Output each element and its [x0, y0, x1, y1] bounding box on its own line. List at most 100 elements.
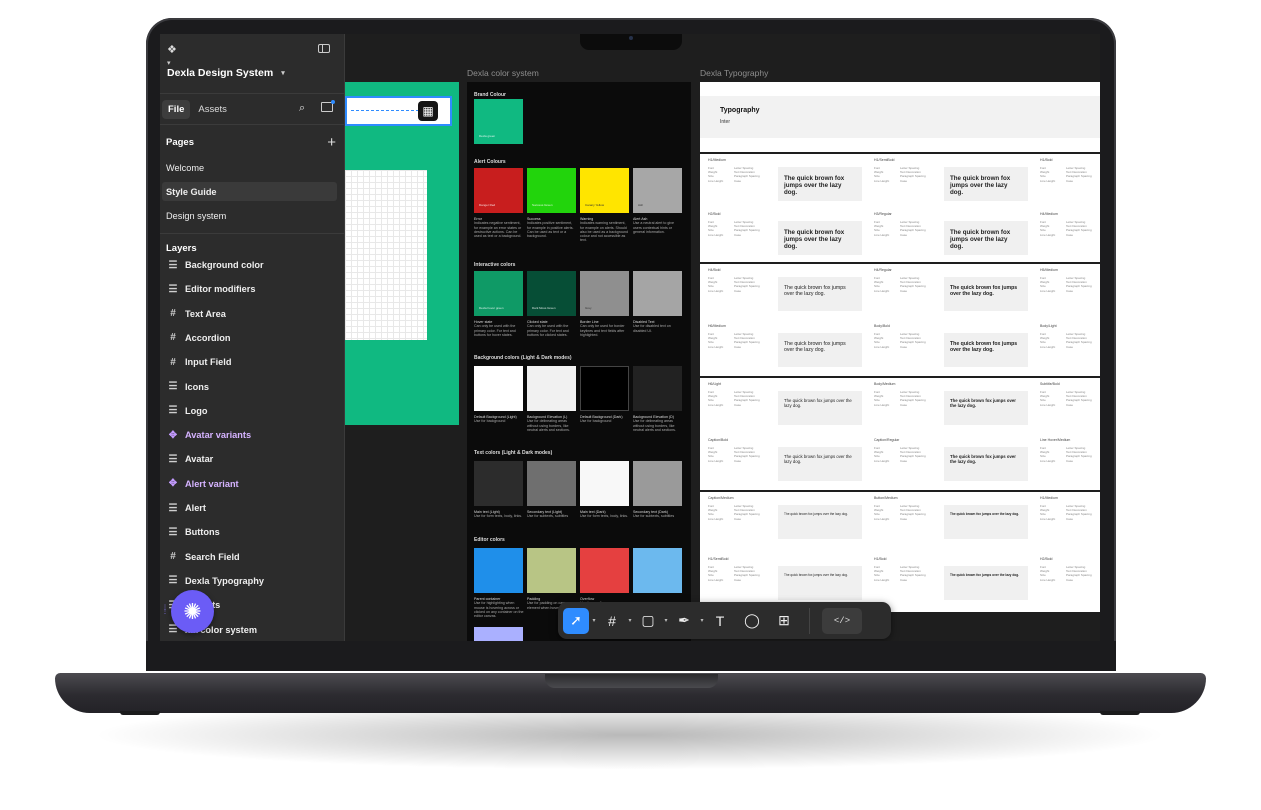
figma-logo-icon[interactable]: ❖ ▾ — [167, 43, 179, 67]
pen-tool-button[interactable]: ✒ — [671, 608, 697, 634]
swatch-caption: Alert Ash Use a neutral alert to give use… — [633, 217, 683, 234]
color-swatch[interactable] — [474, 461, 523, 506]
chevron-down-icon[interactable]: ▾ — [697, 608, 707, 634]
dev-mode-toggle[interactable]: </> — [822, 607, 862, 634]
layer-item[interactable]: ☰ Alert — [166, 497, 341, 519]
typography-frame-label[interactable]: Dexla Typography — [700, 68, 768, 78]
layer-item[interactable]: ✥ Alert variant — [166, 473, 341, 495]
add-page-icon[interactable]: + — [327, 134, 336, 151]
comment-tool-button[interactable]: ◯ — [739, 608, 765, 634]
type-specimen[interactable]: The quick brown fox jumps over the lazy … — [944, 447, 1028, 481]
type-specimen[interactable]: The quick brown fox jumps over the lazy … — [778, 566, 862, 600]
layer-item[interactable]: ☰ Avatar — [166, 448, 341, 470]
color-swatch[interactable] — [633, 548, 682, 593]
move-tool-button[interactable]: ➚ — [563, 607, 589, 634]
type-specimen[interactable]: The quick brown fox jumps over the lazy … — [944, 277, 1028, 311]
type-specimen[interactable]: The quick brown fox jumps over the lazy … — [944, 221, 1028, 255]
type-specimen[interactable]: The quick brown fox jumps over the lazy … — [778, 221, 862, 255]
brand-swatch[interactable]: Dexla green — [474, 99, 523, 144]
color-swatch[interactable] — [527, 548, 576, 593]
plugin-fab-button[interactable]: ✺ — [171, 590, 214, 633]
layer-item[interactable]: ☰ Editor modifiers — [166, 278, 341, 300]
color-swatch[interactable]: Canary Yellow — [580, 168, 629, 213]
tab-file[interactable]: File — [162, 100, 191, 119]
chevron-down-icon[interactable]: ▾ — [661, 608, 671, 634]
color-swatch[interactable] — [580, 461, 629, 506]
table-icon[interactable]: ▦ — [418, 101, 438, 121]
type-style-name: H2/Bold — [708, 212, 721, 216]
layer-item[interactable]: ✥ Avatar variants — [166, 424, 341, 446]
type-specimen[interactable]: The quick brown fox jumps over the lazy … — [944, 566, 1028, 600]
chevron-down-icon[interactable]: ▾ — [167, 60, 171, 67]
shape-tool-button[interactable]: ▢ — [635, 608, 661, 634]
layer-item-label: Avatar variants — [185, 430, 252, 441]
sidebar-toggle-icon[interactable] — [318, 44, 330, 53]
swatch-caption: Warning Indicates warning sentiment, for … — [580, 217, 630, 243]
type-specimen[interactable]: The quick brown fox jumps over the lazy … — [778, 333, 862, 367]
swatch-caption-text: Indicates positive sentiment, for exampl… — [527, 221, 574, 239]
color-swatch[interactable] — [527, 461, 576, 506]
type-specimen[interactable]: The quick brown fox jumps over the lazy … — [778, 277, 862, 311]
color-swatch[interactable]: Dark Moss Green — [527, 271, 576, 316]
color-swatch[interactable]: Success Green — [527, 168, 576, 213]
type-specimen[interactable]: The quick brown fox jumps over the lazy … — [944, 167, 1028, 201]
swatch-name: Grey — [585, 306, 592, 310]
swatch-caption: Default Background (Dark) Use for backgro… — [580, 415, 630, 424]
layer-item[interactable]: # Accordion — [166, 327, 341, 349]
color-swatch[interactable]: Grey — [580, 271, 629, 316]
resources-tool-button[interactable]: ⊞ — [771, 608, 797, 634]
chevron-down-icon[interactable]: ▾ — [281, 69, 285, 77]
color-system-frame[interactable]: Brand Colour Dexla green Alert Colours Dang… — [467, 82, 691, 641]
move-tool-icon: ➚ — [570, 612, 582, 628]
color-swatch[interactable] — [474, 548, 523, 593]
color-swatch[interactable] — [633, 366, 682, 411]
color-swatch[interactable] — [474, 366, 523, 411]
type-style-name: Caption/Regular — [874, 438, 900, 442]
layer-item[interactable]: # Search Field — [166, 546, 341, 568]
page-item[interactable]: Design system — [162, 206, 337, 225]
layer-item[interactable]: ☰ Background color — [166, 254, 341, 276]
type-specimen[interactable]: The quick brown fox jumps over the lazy … — [778, 167, 862, 201]
frame-tool-button[interactable]: # — [599, 608, 625, 634]
type-specimen[interactable]: The quick brown fox jumps over the lazy … — [778, 505, 862, 539]
search-icon[interactable]: ⌕ — [299, 102, 305, 115]
chevron-down-icon[interactable]: ▾ — [625, 608, 635, 634]
color-swatch[interactable] — [633, 271, 682, 316]
swatch-caption-text: Use for form texts, body, links. — [474, 514, 523, 519]
layer-item[interactable]: ☰ Dexla Typography — [166, 570, 341, 592]
tab-assets[interactable]: Assets — [190, 100, 235, 119]
typography-frame[interactable]: Typography Inter H1/Medium Font Weight Size… — [700, 82, 1100, 612]
color-swatch[interactable] — [633, 461, 682, 506]
frame-list-icon: ☰ — [168, 405, 178, 417]
grid-card[interactable] — [345, 170, 427, 340]
drag-handle-icon[interactable]: ⋮ ⋮ — [162, 605, 168, 615]
color-swatch[interactable] — [580, 548, 629, 593]
color-swatch[interactable] — [580, 366, 629, 411]
type-metadata: Letter Spacing Text Decoration Paragraph S… — [1066, 504, 1100, 521]
type-specimen[interactable]: The quick brown fox jumps over the lazy … — [778, 391, 862, 425]
color-frame-label[interactable]: Dexla color system — [467, 68, 539, 78]
project-name-row[interactable]: Dexla Design System ▾ — [167, 67, 344, 79]
color-swatch[interactable] — [474, 627, 523, 641]
layer-item[interactable]: ☰ Logo — [166, 400, 341, 422]
chevron-down-icon[interactable]: ▾ — [589, 608, 599, 634]
color-swatch[interactable]: Dexla hover green — [474, 271, 523, 316]
type-style-name: Caption/Bold — [708, 438, 729, 442]
type-specimen[interactable]: The quick brown fox jumps over the lazy … — [944, 391, 1028, 425]
library-icon[interactable] — [321, 100, 335, 112]
color-swatch[interactable]: Danger Red — [474, 168, 523, 213]
layer-item[interactable]: # Text Area — [166, 303, 341, 325]
project-name[interactable]: Dexla Design System — [167, 67, 273, 79]
type-specimen[interactable]: The quick brown fox jumps over the lazy … — [944, 333, 1028, 367]
text-tool-button[interactable]: T — [707, 608, 733, 634]
page-item[interactable]: Welcome — [162, 158, 337, 177]
type-specimen[interactable]: The quick brown fox jumps over the lazy … — [778, 447, 862, 481]
color-swatch[interactable] — [527, 366, 576, 411]
layer-item[interactable]: # Input Field — [166, 351, 341, 373]
page-item[interactable]: Style Guide — [162, 182, 337, 201]
page-item-label: Welcome — [166, 162, 205, 173]
layer-item[interactable]: ☰ Buttons — [166, 521, 341, 543]
color-swatch[interactable]: Ash — [633, 168, 682, 213]
layer-item[interactable]: ☰ Icons — [166, 376, 341, 398]
type-specimen[interactable]: The quick brown fox jumps over the lazy … — [944, 505, 1028, 539]
